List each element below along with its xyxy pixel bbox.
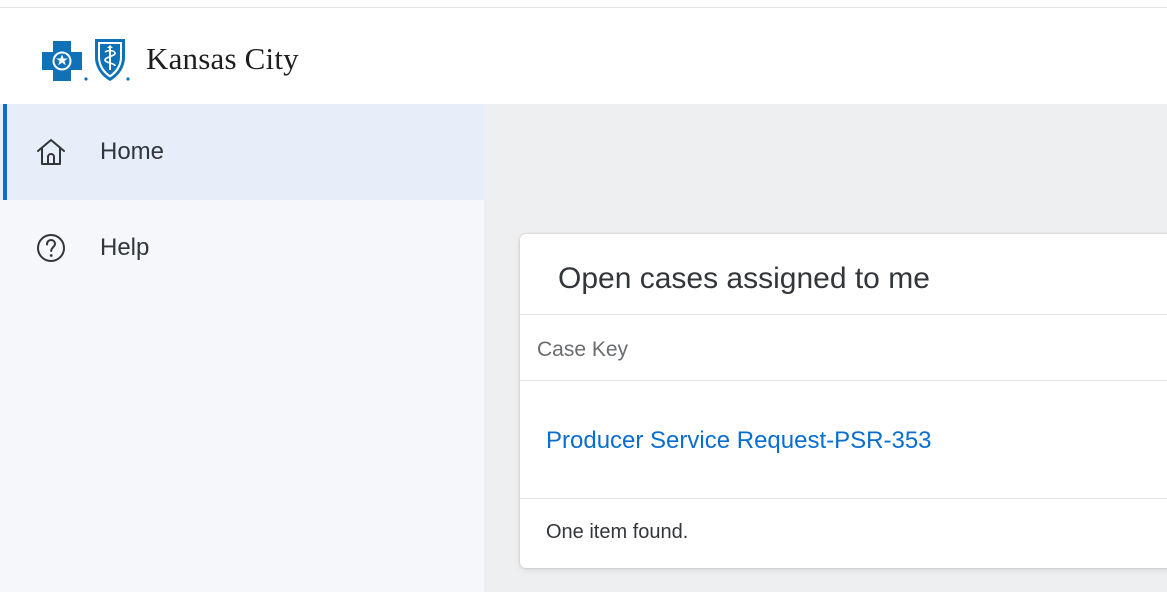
help-circle-icon: [37, 234, 65, 262]
divider: [520, 498, 1167, 499]
blue-cross-logo-icon: [42, 41, 82, 81]
column-header-case-key[interactable]: Case Key: [537, 338, 628, 362]
sidebar-item-label: Help: [100, 234, 150, 261]
sidebar: Home Help: [0, 104, 484, 592]
card-title: Open cases assigned to me: [558, 262, 930, 295]
case-key-link[interactable]: Producer Service Request-PSR-353: [546, 427, 932, 455]
items-found-text: One item found.: [546, 521, 689, 543]
brand-logo-mark: [42, 39, 130, 81]
home-icon: [37, 139, 65, 165]
sidebar-item-home[interactable]: Home: [0, 104, 484, 200]
divider: [520, 380, 1167, 381]
sidebar-item-label: Home: [100, 138, 165, 165]
sidebar-item-help[interactable]: Help: [0, 200, 484, 296]
brand-logo[interactable]: Kansas City: [38, 35, 299, 85]
blue-shield-logo-icon: [95, 39, 125, 81]
divider: [520, 314, 1167, 315]
open-cases-card: Open cases assigned to me Case Key Produ…: [520, 234, 1167, 568]
app-header: Kansas City: [0, 8, 1167, 104]
brand-name: Kansas City: [146, 41, 299, 76]
